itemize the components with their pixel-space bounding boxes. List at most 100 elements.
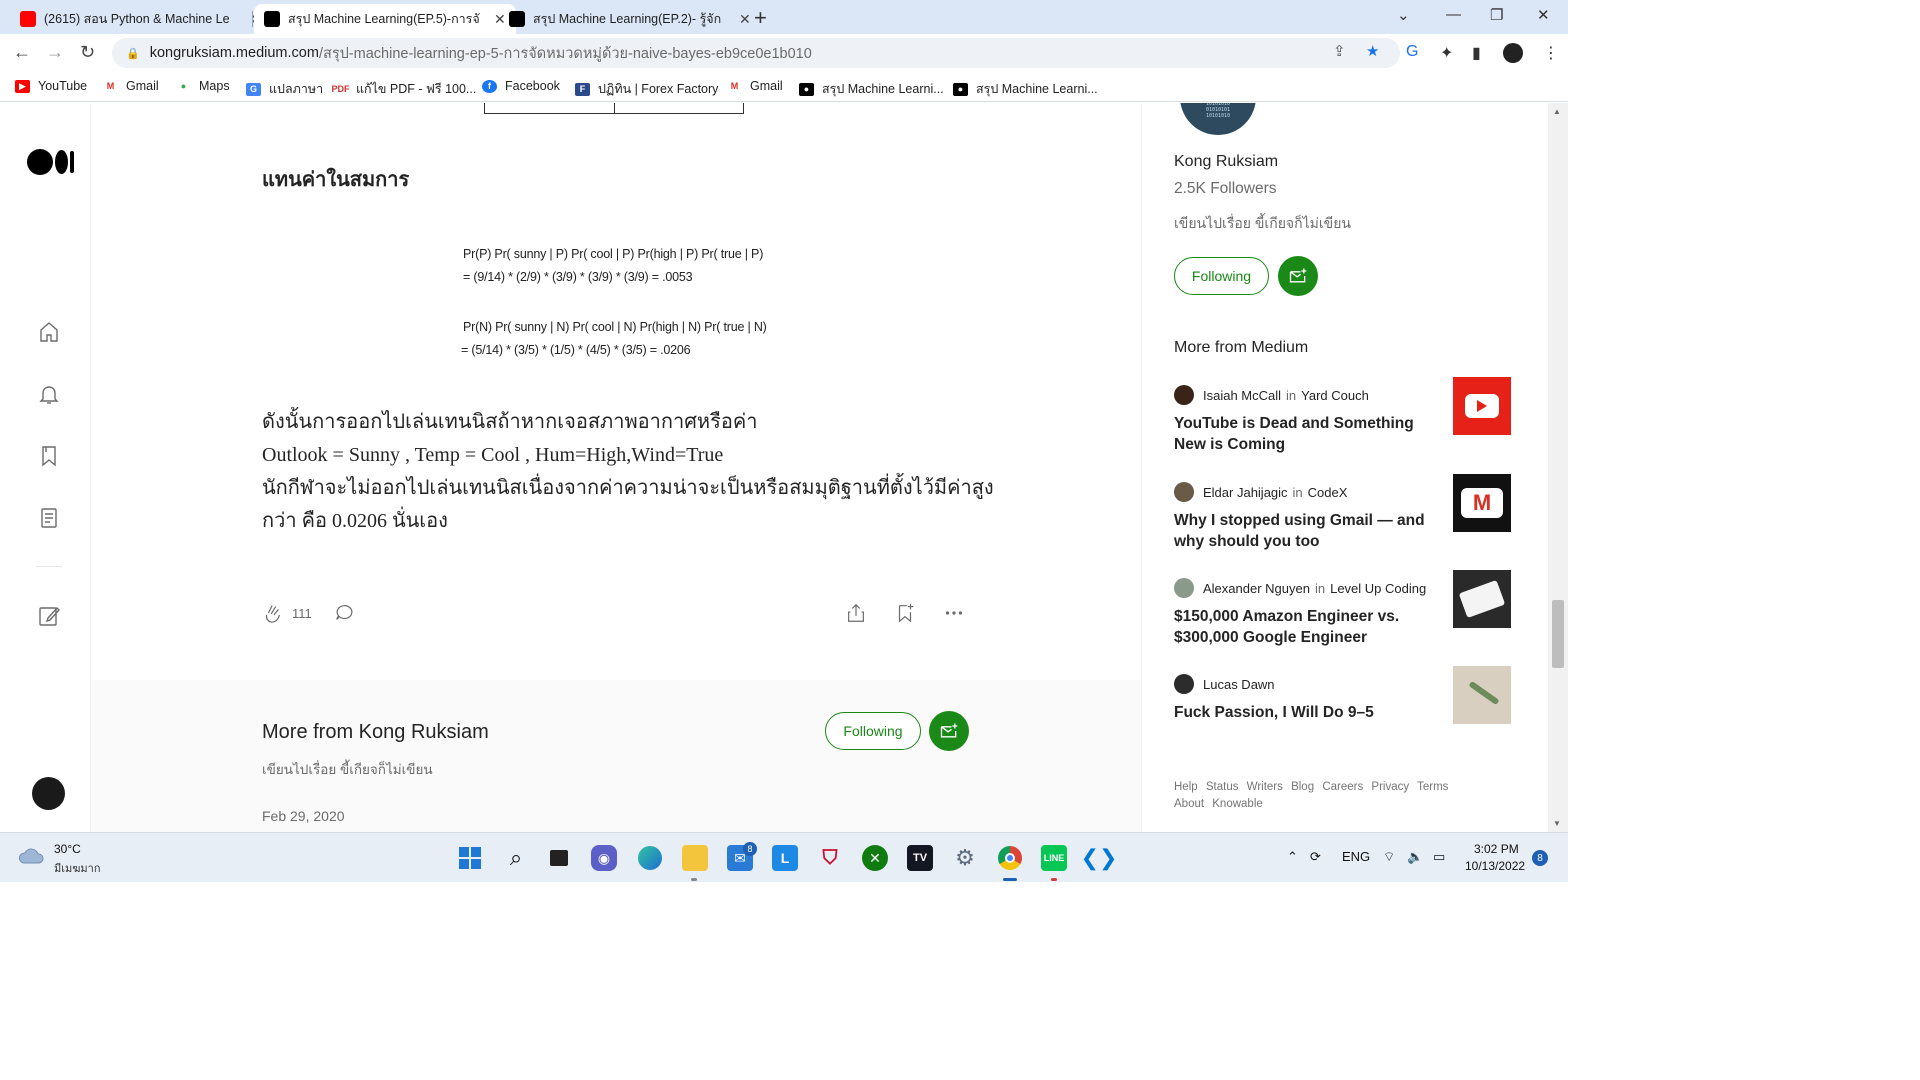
bookmark-gmail[interactable]: M Gmail xyxy=(103,79,159,93)
bookmark-maps[interactable]: ● Maps xyxy=(176,79,230,93)
more-options-button[interactable] xyxy=(943,602,965,624)
side-panel-icon[interactable]: ▮ xyxy=(1472,43,1481,63)
palm-leaf-thumbnail[interactable] xyxy=(1453,666,1511,724)
bookmark-youtube[interactable]: ▶ YouTube xyxy=(15,79,87,93)
recommendation-title[interactable]: Fuck Passion, I Will Do 9–5 xyxy=(1174,702,1429,723)
following-button[interactable]: Following xyxy=(825,712,921,750)
tab-ep2[interactable]: สรุป Machine Learning(EP.2)- รู้จัก ✕ xyxy=(499,4,761,34)
subscribe-email-button[interactable] xyxy=(929,711,969,751)
google-phone-thumbnail[interactable] xyxy=(1453,570,1511,628)
stories-document-icon[interactable] xyxy=(37,506,61,530)
maximize-button[interactable]: ❐ xyxy=(1490,6,1503,24)
back-icon[interactable]: ← xyxy=(13,42,31,63)
bookmark-gmail-2[interactable]: M Gmail xyxy=(727,79,783,93)
file-explorer-icon[interactable] xyxy=(682,845,708,871)
tradingview-icon[interactable]: TV xyxy=(907,845,933,871)
weather-description[interactable]: มีเมฆมาก xyxy=(54,859,101,877)
edge-icon[interactable] xyxy=(637,845,663,871)
notifications-bell-icon[interactable] xyxy=(37,382,61,406)
scrollbar-thumb[interactable] xyxy=(1552,600,1564,668)
footer-link-careers[interactable]: Careers xyxy=(1322,781,1363,793)
menu-icon[interactable]: ⋮ xyxy=(1543,43,1559,63)
battery-icon[interactable]: ▭ xyxy=(1433,849,1445,865)
translate-extension-icon[interactable]: G xyxy=(1406,43,1418,61)
tab-search-icon[interactable]: ⌄ xyxy=(1397,6,1410,24)
recommendation-title[interactable]: YouTube is Dead and Something New is Com… xyxy=(1174,413,1429,455)
close-icon[interactable]: ✕ xyxy=(739,11,751,28)
task-view-icon[interactable] xyxy=(546,845,572,871)
scroll-up-icon[interactable]: ▲ xyxy=(1553,107,1561,116)
bookmark-translate[interactable]: G แปลภาษา xyxy=(246,79,323,99)
tray-overflow-icon[interactable]: ⌃ xyxy=(1287,849,1298,865)
wifi-icon[interactable]: ⌔ xyxy=(1383,849,1395,865)
page-scrollbar[interactable]: ▲ ▼ xyxy=(1548,103,1568,832)
profile-avatar[interactable] xyxy=(1503,43,1523,63)
bookmark-medium-2[interactable]: ● สรุป Machine Learni... xyxy=(953,79,1098,99)
clap-button[interactable]: 111 xyxy=(262,602,312,624)
share-button[interactable] xyxy=(845,602,867,624)
author-name[interactable]: Kong Ruksiam xyxy=(1174,153,1278,171)
footer-link-terms[interactable]: Terms xyxy=(1417,781,1448,793)
medium-logo[interactable] xyxy=(27,149,74,175)
notification-badge[interactable]: 8 xyxy=(1532,850,1548,866)
share-icon[interactable]: ⇪ xyxy=(1333,42,1346,60)
tab-active-ep5[interactable]: สรุป Machine Learning(EP.5)-การจั ✕ xyxy=(254,4,516,34)
sidebar-following-button[interactable]: Following xyxy=(1174,257,1269,295)
comment-button[interactable] xyxy=(333,602,355,624)
address-bar[interactable]: 🔒 kongruksiam.medium.com /สรุป-machine-l… xyxy=(112,38,1400,68)
recommendation-item[interactable]: Eldar Jahijagic in CodeX Why I stopped usi… xyxy=(1174,474,1514,552)
footer-link-writers[interactable]: Writers xyxy=(1247,781,1283,793)
extensions-icon[interactable]: ✦ xyxy=(1440,43,1453,63)
sync-icon[interactable]: ⟳ xyxy=(1310,849,1321,865)
lists-bookmark-icon[interactable] xyxy=(37,444,61,468)
tab-youtube[interactable]: (2615) สอน Python & Machine Le ✕ xyxy=(10,4,272,34)
bookmark-facebook[interactable]: f Facebook xyxy=(482,79,560,93)
new-tab-button[interactable]: + xyxy=(754,5,767,31)
scroll-down-icon[interactable]: ▼ xyxy=(1553,819,1561,828)
save-button[interactable] xyxy=(894,602,916,624)
footer-link-knowable[interactable]: Knowable xyxy=(1212,798,1263,810)
reload-icon[interactable]: ↻ xyxy=(80,42,95,63)
author-followers[interactable]: 2.5K Followers xyxy=(1174,180,1277,198)
user-avatar[interactable] xyxy=(32,777,65,810)
recommendation-title[interactable]: $150,000 Amazon Engineer vs. $300,000 Go… xyxy=(1174,606,1429,648)
footer-link-about[interactable]: About xyxy=(1174,798,1204,810)
recommendation-item[interactable]: Isaiah McCall in Yard Couch YouTube is Dea… xyxy=(1174,377,1514,455)
footer-link-help[interactable]: Help xyxy=(1174,781,1198,793)
clock-time[interactable]: 3:02 PM xyxy=(1474,842,1519,856)
bookmark-medium-1[interactable]: ● สรุป Machine Learni... xyxy=(799,79,944,99)
vscode-icon[interactable]: ❮❯ xyxy=(1081,845,1118,871)
footer-link-privacy[interactable]: Privacy xyxy=(1371,781,1409,793)
lock-icon[interactable]: 🔒 xyxy=(126,47,140,60)
line-app-icon[interactable]: LINE xyxy=(1041,845,1067,871)
youtube-thumbnail[interactable] xyxy=(1453,377,1511,435)
author-avatar-image[interactable]: 10101010 01010101 10101010 xyxy=(1180,103,1256,135)
app-l-icon[interactable]: L xyxy=(772,845,798,871)
xbox-icon[interactable]: ✕ xyxy=(862,845,888,871)
recommendation-item[interactable]: Lucas Dawn Fuck Passion, I Will Do 9–5 xyxy=(1174,666,1514,724)
footer-link-status[interactable]: Status xyxy=(1206,781,1239,793)
home-icon[interactable] xyxy=(37,320,61,344)
mcafee-shield-icon[interactable]: ⛉ xyxy=(817,845,843,871)
teams-chat-icon[interactable]: ◉ xyxy=(591,845,617,871)
recommendation-item[interactable]: Alexander Nguyen in Level Up Coding $150,0… xyxy=(1174,570,1514,648)
settings-gear-icon[interactable]: ⚙ xyxy=(952,845,978,871)
clock-date[interactable]: 10/13/2022 xyxy=(1465,859,1525,873)
chrome-icon[interactable] xyxy=(997,845,1023,871)
bookmark-pdf[interactable]: PDF แก้ไข PDF - ฟรี 100... xyxy=(332,79,477,99)
bookmark-star-icon[interactable]: ★ xyxy=(1366,42,1379,60)
cloud-weather-icon[interactable] xyxy=(18,845,46,865)
volume-icon[interactable]: 🔈 xyxy=(1407,849,1423,865)
write-edit-icon[interactable] xyxy=(37,604,61,628)
close-window-button[interactable]: ✕ xyxy=(1537,6,1550,24)
search-icon[interactable]: ⌕ xyxy=(503,845,529,871)
minimize-button[interactable]: — xyxy=(1446,6,1461,23)
language-indicator[interactable]: ENG xyxy=(1342,849,1370,864)
forward-icon[interactable]: → xyxy=(46,42,64,63)
footer-link-blog[interactable]: Blog xyxy=(1291,781,1314,793)
weather-temperature[interactable]: 30°C xyxy=(54,842,81,856)
sidebar-subscribe-button[interactable] xyxy=(1278,256,1318,296)
gmail-thumbnail[interactable]: M xyxy=(1453,474,1511,532)
recommendation-title[interactable]: Why I stopped using Gmail — and why shou… xyxy=(1174,510,1429,552)
bookmark-forex-factory[interactable]: F ปฏิทิน | Forex Factory xyxy=(575,79,718,99)
